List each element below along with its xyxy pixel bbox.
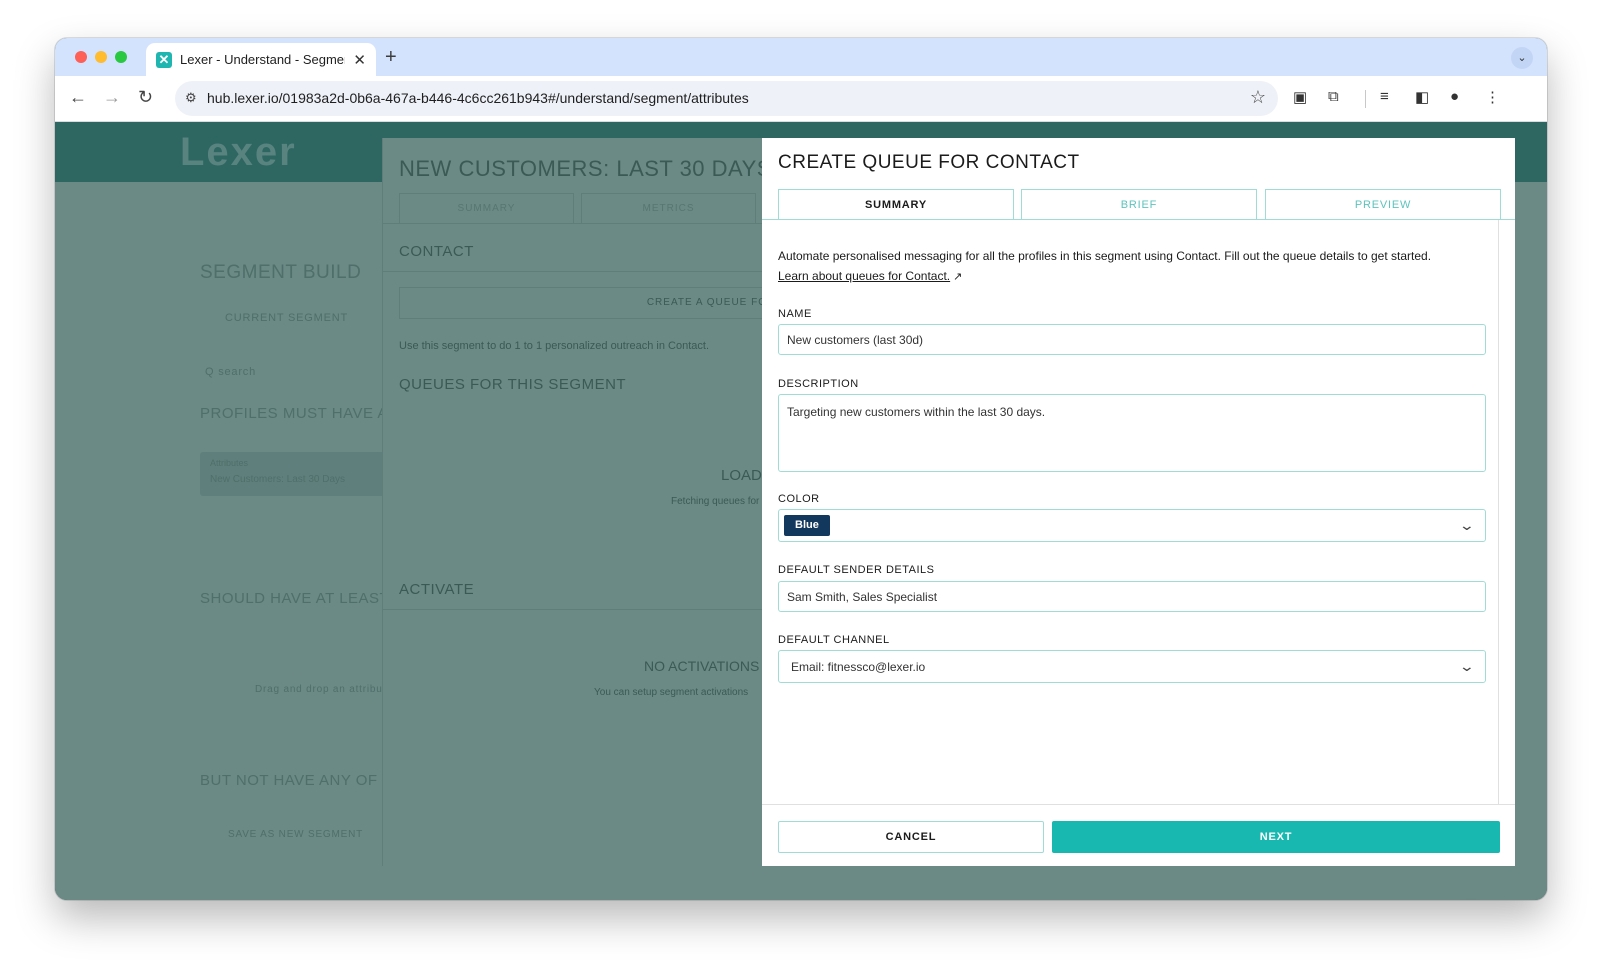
browser-menu-icon[interactable]: ⋮ xyxy=(1485,88,1500,106)
no-activations-heading: NO ACTIVATIONS xyxy=(644,658,760,674)
chevron-down-icon: ⌄ xyxy=(1458,517,1476,533)
tab-segment-summary[interactable]: SUMMARY xyxy=(399,193,574,223)
lexer-x-icon: ✕ xyxy=(156,51,172,68)
chevron-down-icon: ⌄ xyxy=(1458,658,1476,674)
tab-preview[interactable]: PREVIEW xyxy=(1265,189,1501,220)
footer-divider xyxy=(762,804,1515,805)
name-label: NAME xyxy=(778,308,812,320)
extension-f-icon[interactable]: ▣ xyxy=(1293,88,1307,106)
reload-icon[interactable]: ↻ xyxy=(138,87,153,108)
save-new-segment-button[interactable]: SAVE AS NEW SEGMENT xyxy=(228,829,363,840)
back-arrow-icon[interactable]: ← xyxy=(69,87,87,108)
queues-heading: QUEUES FOR THIS SEGMENT xyxy=(399,376,627,393)
activate-divider xyxy=(383,609,768,610)
tab-title: Lexer - Understand - Segment xyxy=(180,52,346,67)
tab-current-segment[interactable]: CURRENT SEGMENT xyxy=(225,312,348,324)
color-label: COLOR xyxy=(778,493,820,505)
browser-tab-lexer[interactable]: ✕ Lexer - Understand - Segment ✕ xyxy=(146,43,376,76)
sender-label: DEFAULT SENDER DETAILS xyxy=(778,564,935,576)
tab-close-icon[interactable]: ✕ xyxy=(353,51,366,69)
sender-input[interactable] xyxy=(778,581,1486,612)
intro-text: Automate personalised messaging for all … xyxy=(778,249,1432,263)
fetching-text: Fetching queues for xyxy=(671,496,760,507)
minimize-window-button[interactable] xyxy=(95,51,107,63)
tab-segment-metrics[interactable]: METRICS xyxy=(581,193,756,223)
side-panel-icon[interactable]: ◧ xyxy=(1415,88,1429,106)
color-chip-blue: Blue xyxy=(784,515,830,536)
cancel-button[interactable]: CANCEL xyxy=(778,821,1044,853)
segment-builder-heading: SEGMENT BUILD xyxy=(200,262,362,283)
segment-detail-panel: NEW CUSTOMERS: LAST 30 DAYS SUMMARY METR… xyxy=(382,138,771,866)
browser-toolbar: ← → ↻ ⚙ hub.lexer.io/01983a2d-0b6a-467a-… xyxy=(55,76,1547,122)
extensions-puzzle-icon[interactable]: ⧉ xyxy=(1328,88,1339,105)
tab-brief[interactable]: BRIEF xyxy=(1021,189,1257,220)
contact-description: Use this segment to do 1 to 1 personaliz… xyxy=(399,340,710,352)
tab-summary[interactable]: SUMMARY xyxy=(778,189,1014,220)
attribute-search-input[interactable]: Q search xyxy=(205,366,256,378)
tab-search-chevron-icon[interactable]: ⌄ xyxy=(1511,47,1533,69)
loading-text: LOADI xyxy=(721,467,767,484)
profile-avatar-icon[interactable]: ● xyxy=(1450,88,1459,105)
contact-divider xyxy=(383,271,768,272)
activations-description: You can setup segment activations xyxy=(594,687,749,698)
channel-select[interactable]: Email: fitnessco@lexer.io ⌄ xyxy=(778,650,1486,683)
tab-divider xyxy=(383,223,768,224)
address-bar[interactable]: ⚙ hub.lexer.io/01983a2d-0b6a-467a-b446-4… xyxy=(175,81,1278,116)
next-button[interactable]: NEXT xyxy=(1052,821,1500,853)
profiles-must-have-heading: PROFILES MUST HAVE AL xyxy=(200,405,397,422)
new-tab-plus-icon[interactable]: + xyxy=(385,46,397,69)
name-input[interactable] xyxy=(778,324,1486,355)
media-queue-icon[interactable]: ≡ xyxy=(1380,88,1389,105)
toolbar-separator xyxy=(1365,90,1366,108)
scroll-track[interactable] xyxy=(1498,220,1499,804)
segment-title: NEW CUSTOMERS: LAST 30 DAYS xyxy=(399,156,772,181)
drag-hint-text: Drag and drop an attribute xyxy=(255,684,393,695)
site-settings-icon[interactable]: ⚙ xyxy=(185,90,197,106)
maximize-window-button[interactable] xyxy=(115,51,127,63)
learn-about-queues-link[interactable]: Learn about queues for Contact. xyxy=(778,269,950,283)
drawer-title: CREATE QUEUE FOR CONTACT xyxy=(778,152,1080,173)
external-link-icon: ↗ xyxy=(953,271,963,283)
forward-arrow-icon[interactable]: → xyxy=(103,87,121,108)
channel-value: Email: fitnessco@lexer.io xyxy=(791,660,926,674)
attribute-chip[interactable]: Attributes New Customers: Last 30 Days xyxy=(200,452,385,496)
bookmark-star-icon[interactable]: ☆ xyxy=(1250,87,1266,108)
tab-strip: ✕ Lexer - Understand - Segment ✕ + ⌄ xyxy=(55,38,1547,76)
intro-text-block: Automate personalised messaging for all … xyxy=(778,246,1488,287)
but-not-have-heading: BUT NOT HAVE ANY OF TH xyxy=(200,772,403,789)
url-text[interactable]: hub.lexer.io/01983a2d-0b6a-467a-b446-4c6… xyxy=(207,90,749,106)
channel-label: DEFAULT CHANNEL xyxy=(778,634,890,646)
lexer-logo: Lexer xyxy=(180,130,297,174)
browser-window: ✕ Lexer - Understand - Segment ✕ + ⌄ ← →… xyxy=(55,38,1547,900)
chip-label: New Customers: Last 30 Days xyxy=(210,474,346,485)
should-have-heading: SHOULD HAVE AT LEAST xyxy=(200,590,390,607)
chip-category: Attributes xyxy=(210,458,249,468)
create-queue-drawer: CREATE QUEUE FOR CONTACT SUMMARY BRIEF P… xyxy=(762,138,1515,866)
description-label: DESCRIPTION xyxy=(778,378,859,390)
create-queue-button[interactable]: CREATE A QUEUE FO xyxy=(399,287,768,319)
description-textarea[interactable]: Targeting new customers within the last … xyxy=(778,394,1486,472)
activate-heading: ACTIVATE xyxy=(399,581,475,598)
color-select[interactable]: Blue ⌄ xyxy=(778,509,1486,542)
tab-baseline xyxy=(762,219,1515,220)
contact-heading: CONTACT xyxy=(399,243,474,260)
close-window-button[interactable] xyxy=(75,51,87,63)
app-viewport: Lexer SEGMENT BUILD CURRENT SEGMENT Q se… xyxy=(55,122,1547,900)
create-queue-label: CREATE A QUEUE FO xyxy=(646,297,767,308)
